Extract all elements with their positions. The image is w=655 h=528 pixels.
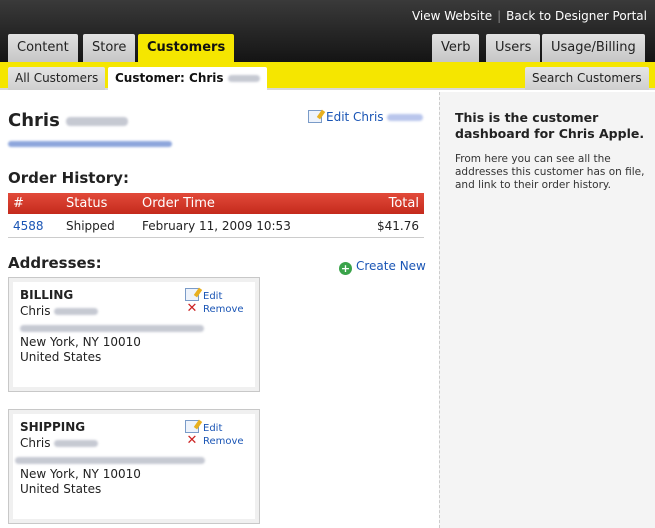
address-name: Chris [20, 304, 99, 318]
address-first-name: Chris [20, 436, 51, 450]
top-links-separator: | [497, 9, 502, 23]
top-bar: View Website | Back to Designer Portal Con… [0, 0, 655, 62]
edit-customer-label: Edit Chris [326, 110, 384, 124]
remove-icon: ✕ [186, 433, 198, 448]
tab-store[interactable]: Store [83, 34, 136, 62]
redacted-lastname [54, 308, 99, 315]
address-actions: Edit ✕ Remove [185, 288, 244, 316]
address-label: BILLING [20, 288, 74, 302]
edit-address-link[interactable]: Edit [185, 420, 244, 435]
address-label: SHIPPING [20, 420, 86, 434]
address-name: Chris [20, 436, 99, 450]
create-new-label: Create New [356, 259, 426, 273]
tab-verb[interactable]: Verb [432, 34, 480, 62]
address-street [20, 321, 204, 335]
sub-nav: All Customers Customer: Chris Search Cus… [0, 62, 655, 92]
address-street [15, 453, 205, 467]
redacted-lastname [54, 440, 99, 447]
address-actions: Edit ✕ Remove [185, 420, 244, 448]
redacted-lastname [227, 75, 260, 82]
order-status: Shipped [66, 219, 115, 233]
address-country: United States [20, 482, 102, 496]
order-table-header: # Status Order Time Total [8, 193, 424, 214]
col-total: Total [388, 196, 419, 211]
order-table: # Status Order Time Total 4588 Shipped F… [8, 193, 424, 238]
edit-customer-link[interactable]: Edit Chris [308, 110, 424, 124]
redacted-street [20, 325, 204, 332]
subtab-current-customer-label: Customer: Chris [115, 71, 224, 85]
address-country: United States [20, 350, 102, 364]
redacted-street [15, 457, 205, 464]
plus-icon: + [339, 262, 352, 275]
address-first-name: Chris [20, 304, 51, 318]
col-status: Status [66, 196, 108, 211]
create-address-button[interactable]: + Create New [339, 259, 426, 275]
subtab-all-customers[interactable]: All Customers [8, 67, 106, 90]
edit-icon [185, 420, 199, 433]
col-number: # [13, 196, 24, 211]
edit-label: Edit [203, 423, 223, 434]
edit-icon [308, 110, 322, 123]
sidebar-title: This is the customer dashboard for Chris… [455, 110, 645, 141]
remove-label: Remove [203, 304, 244, 315]
address-city: New York, NY 10010 [20, 335, 141, 349]
tab-users[interactable]: Users [486, 34, 541, 62]
search-customers-button[interactable]: Search Customers [525, 67, 649, 90]
remove-address-link[interactable]: ✕ Remove [185, 433, 244, 448]
shipping-address-card: SHIPPING Chris New York, NY 10010 United… [8, 409, 260, 524]
tab-content[interactable]: Content [8, 34, 78, 62]
tab-usage-billing[interactable]: Usage/Billing [542, 34, 645, 62]
addresses-title: Addresses: [8, 254, 102, 272]
col-order-time: Order Time [142, 196, 215, 211]
remove-label: Remove [203, 436, 244, 447]
address-city: New York, NY 10010 [20, 467, 141, 481]
help-sidebar: This is the customer dashboard for Chris… [439, 92, 655, 528]
order-history-title: Order History: [8, 169, 129, 187]
view-website-link[interactable]: View Website [412, 9, 492, 23]
order-total: $41.76 [377, 219, 419, 233]
main-content: Chris Edit Chris Order History: # Status… [0, 92, 438, 528]
subtab-current-customer[interactable]: Customer: Chris [108, 67, 267, 92]
customer-name-heading: Chris [8, 110, 129, 131]
sidebar-text: From here you can see all the addresses … [455, 153, 645, 191]
remove-address-link[interactable]: ✕ Remove [185, 301, 244, 316]
top-links: View Website | Back to Designer Portal [412, 9, 647, 23]
edit-label: Edit [203, 291, 223, 302]
back-to-portal-link[interactable]: Back to Designer Portal [506, 9, 647, 23]
tab-customers[interactable]: Customers [138, 34, 235, 62]
edit-address-link[interactable]: Edit [185, 288, 244, 303]
remove-icon: ✕ [186, 301, 198, 316]
table-row: 4588 Shipped February 11, 2009 10:53 $41… [8, 214, 424, 238]
customer-first-name: Chris [8, 110, 60, 131]
customer-email-link[interactable] [8, 141, 172, 147]
order-id-link[interactable]: 4588 [13, 219, 44, 233]
billing-address-card: BILLING Chris New York, NY 10010 United … [8, 277, 260, 392]
redacted-lastname [387, 114, 424, 121]
edit-icon [185, 288, 199, 301]
order-time: February 11, 2009 10:53 [142, 219, 291, 233]
redacted-lastname [66, 116, 129, 126]
